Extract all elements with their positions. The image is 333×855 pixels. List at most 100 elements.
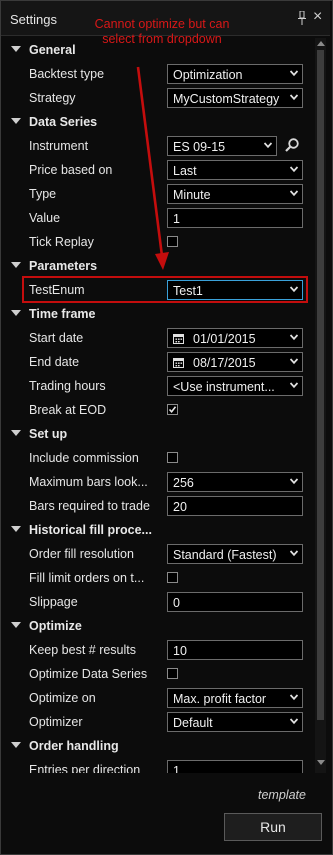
property-keep-best-results: Keep best # results 10 bbox=[0, 638, 313, 662]
property-label: Maximum bars look... bbox=[29, 475, 148, 489]
include-commission-checkbox[interactable] bbox=[167, 452, 178, 463]
end-date-picker[interactable]: 08/17/2015 bbox=[167, 352, 303, 372]
property-value: Value 1 bbox=[0, 206, 313, 230]
property-optimize-data-series: Optimize Data Series bbox=[0, 662, 313, 686]
window-title: Settings bbox=[10, 12, 57, 27]
chevron-down-icon[interactable] bbox=[290, 165, 298, 173]
fill-limit-orders-checkbox[interactable] bbox=[167, 572, 178, 583]
select-value: Standard (Fastest) bbox=[173, 548, 277, 562]
category-general[interactable]: General bbox=[0, 38, 313, 62]
category-time-frame[interactable]: Time frame bbox=[0, 302, 313, 326]
property-include-commission: Include commission bbox=[0, 446, 313, 470]
property-label: End date bbox=[29, 355, 80, 369]
instrument-select[interactable]: ES 09-15 bbox=[167, 136, 277, 156]
optimizer-select[interactable]: Default bbox=[167, 712, 303, 732]
vertical-scrollbar[interactable] bbox=[315, 38, 326, 773]
select-value: Last bbox=[173, 164, 197, 178]
chevron-down-icon[interactable] bbox=[290, 357, 298, 365]
scroll-down-icon[interactable] bbox=[317, 760, 325, 765]
backtest-type-select[interactable]: Optimization bbox=[167, 64, 303, 84]
property-label: Optimize on bbox=[29, 691, 96, 705]
category-label: Time frame bbox=[29, 307, 96, 321]
input-value: 1 bbox=[173, 764, 180, 773]
property-label: Price based on bbox=[29, 163, 113, 177]
input-value: 10 bbox=[173, 644, 187, 658]
bars-required-input[interactable]: 20 bbox=[167, 496, 303, 516]
category-label: Order handling bbox=[29, 739, 119, 753]
collapse-arrow-icon[interactable] bbox=[11, 622, 21, 628]
optimize-on-select[interactable]: Max. profit factor bbox=[167, 688, 303, 708]
strategy-select[interactable]: MyCustomStrategy bbox=[167, 88, 303, 108]
property-label: Instrument bbox=[29, 139, 89, 153]
chevron-down-icon[interactable] bbox=[264, 141, 272, 149]
property-label: Value bbox=[29, 211, 61, 225]
entries-per-direction-input[interactable]: 1 bbox=[167, 760, 303, 773]
type-select[interactable]: Minute bbox=[167, 184, 303, 204]
category-order-handling[interactable]: Order handling bbox=[0, 734, 313, 758]
calendar-icon bbox=[173, 358, 184, 368]
price-based-on-select[interactable]: Last bbox=[167, 160, 303, 180]
run-button[interactable]: Run bbox=[224, 813, 322, 841]
chevron-down-icon[interactable] bbox=[290, 69, 298, 77]
property-end-date: End date 08/17/2015 bbox=[0, 350, 313, 374]
collapse-arrow-icon[interactable] bbox=[11, 262, 21, 268]
property-label: Break at EOD bbox=[29, 403, 107, 417]
property-trading-hours: Trading hours <Use instrument... bbox=[0, 374, 313, 398]
property-label: Bars required to trade bbox=[29, 499, 150, 513]
property-optimizer: Optimizer Default bbox=[0, 710, 313, 734]
property-label: Strategy bbox=[29, 91, 76, 105]
template-link[interactable]: template bbox=[258, 788, 306, 802]
collapse-arrow-icon[interactable] bbox=[11, 742, 21, 748]
search-icon[interactable] bbox=[284, 137, 300, 153]
collapse-arrow-icon[interactable] bbox=[11, 430, 21, 436]
collapse-arrow-icon[interactable] bbox=[11, 526, 21, 532]
property-slippage: Slippage 0 bbox=[0, 590, 313, 614]
property-label: Start date bbox=[29, 331, 84, 345]
order-fill-resolution-select[interactable]: Standard (Fastest) bbox=[167, 544, 303, 564]
scroll-up-icon[interactable] bbox=[317, 41, 325, 46]
property-label: Slippage bbox=[29, 595, 78, 609]
collapse-arrow-icon[interactable] bbox=[11, 46, 21, 52]
category-label: Parameters bbox=[29, 259, 98, 273]
category-set-up[interactable]: Set up bbox=[0, 422, 313, 446]
property-label: Optimizer bbox=[29, 715, 83, 729]
chevron-down-icon[interactable] bbox=[290, 381, 298, 389]
category-optimize[interactable]: Optimize bbox=[0, 614, 313, 638]
slippage-input[interactable]: 0 bbox=[167, 592, 303, 612]
chevron-down-icon[interactable] bbox=[290, 93, 298, 101]
category-historical-fill[interactable]: Historical fill proce... bbox=[0, 518, 313, 542]
optimize-data-series-checkbox[interactable] bbox=[167, 668, 178, 679]
property-grid: General Backtest type Optimization Strat… bbox=[0, 38, 313, 773]
max-bars-lookback-select[interactable]: 256 bbox=[167, 472, 303, 492]
collapse-arrow-icon[interactable] bbox=[11, 310, 21, 316]
chevron-down-icon[interactable] bbox=[290, 477, 298, 485]
chevron-down-icon[interactable] bbox=[290, 717, 298, 725]
select-value: <Use instrument... bbox=[173, 380, 275, 394]
category-data-series[interactable]: Data Series bbox=[0, 110, 313, 134]
chevron-down-icon[interactable] bbox=[290, 333, 298, 341]
pin-icon[interactable] bbox=[297, 11, 307, 25]
keep-best-results-input[interactable]: 10 bbox=[167, 640, 303, 660]
calendar-icon bbox=[173, 334, 184, 344]
category-label: Historical fill proce... bbox=[29, 523, 152, 537]
property-label: Type bbox=[29, 187, 57, 201]
tick-replay-checkbox[interactable] bbox=[167, 236, 178, 247]
annotation-line-1: Cannot optimize but can bbox=[94, 17, 230, 31]
category-parameters[interactable]: Parameters bbox=[0, 254, 313, 278]
close-icon[interactable]: × bbox=[313, 9, 322, 25]
scrollbar-thumb[interactable] bbox=[317, 50, 324, 720]
chevron-down-icon[interactable] bbox=[290, 693, 298, 701]
property-type: Type Minute bbox=[0, 182, 313, 206]
trading-hours-select[interactable]: <Use instrument... bbox=[167, 376, 303, 396]
select-value: MyCustomStrategy bbox=[173, 92, 280, 106]
start-date-picker[interactable]: 01/01/2015 bbox=[167, 328, 303, 348]
property-fill-limit-orders: Fill limit orders on t... bbox=[0, 566, 313, 590]
value-input[interactable]: 1 bbox=[167, 208, 303, 228]
chevron-down-icon[interactable] bbox=[290, 189, 298, 197]
collapse-arrow-icon[interactable] bbox=[11, 118, 21, 124]
break-at-eod-checkbox[interactable] bbox=[167, 404, 178, 415]
input-value: 20 bbox=[173, 500, 187, 514]
property-optimize-on: Optimize on Max. profit factor bbox=[0, 686, 313, 710]
category-label: General bbox=[29, 43, 76, 57]
chevron-down-icon[interactable] bbox=[290, 549, 298, 557]
